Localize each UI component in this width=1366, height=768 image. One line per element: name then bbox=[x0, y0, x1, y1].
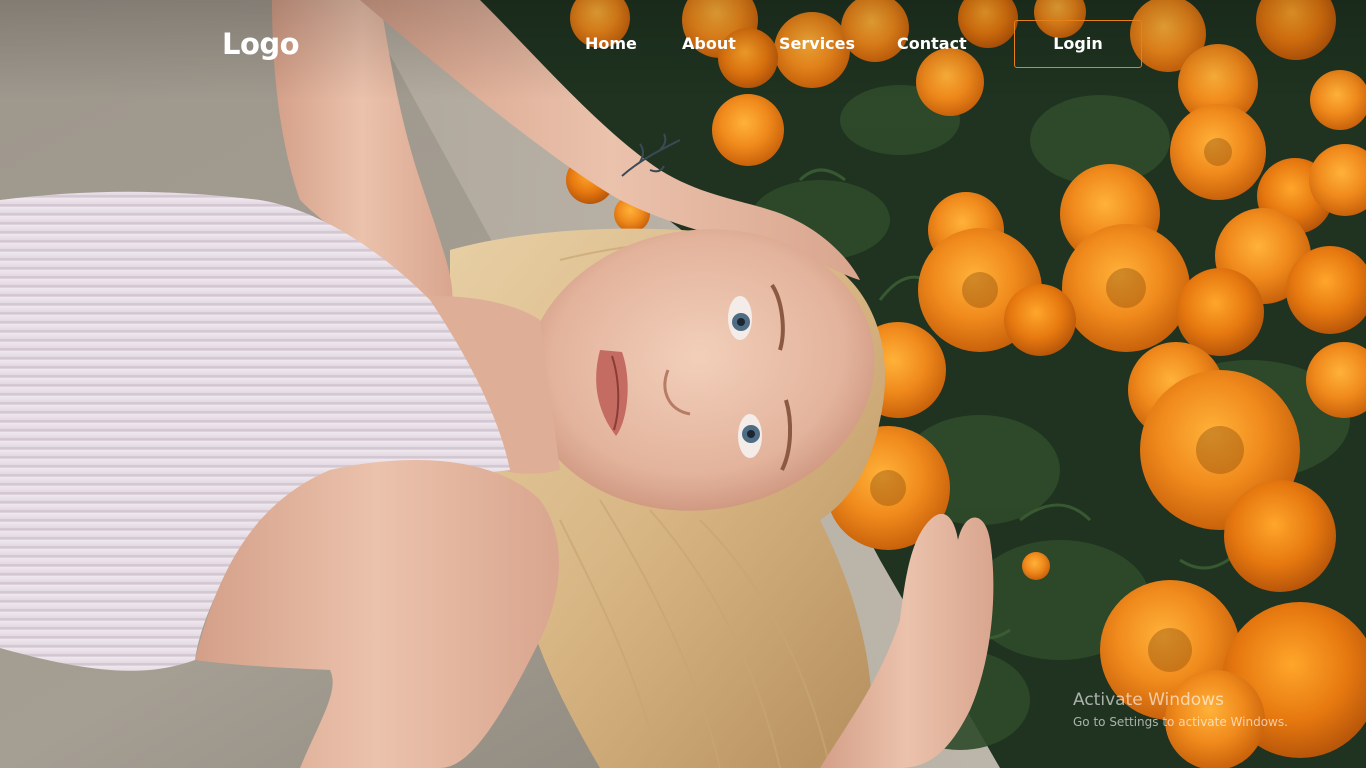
login-button[interactable]: Login bbox=[1014, 20, 1142, 68]
nav-link-contact[interactable]: Contact bbox=[897, 34, 967, 54]
hero-section: Logo Home About Services Contact Login A… bbox=[0, 0, 1366, 768]
top-navbar: Logo Home About Services Contact Login bbox=[0, 0, 1366, 90]
hero-background-image bbox=[0, 0, 1366, 768]
nav-link-services[interactable]: Services bbox=[779, 34, 855, 54]
nav-link-about[interactable]: About bbox=[682, 34, 736, 54]
nav-link-home[interactable]: Home bbox=[585, 34, 637, 54]
nav-links: Home About Services Contact bbox=[0, 0, 1366, 90]
